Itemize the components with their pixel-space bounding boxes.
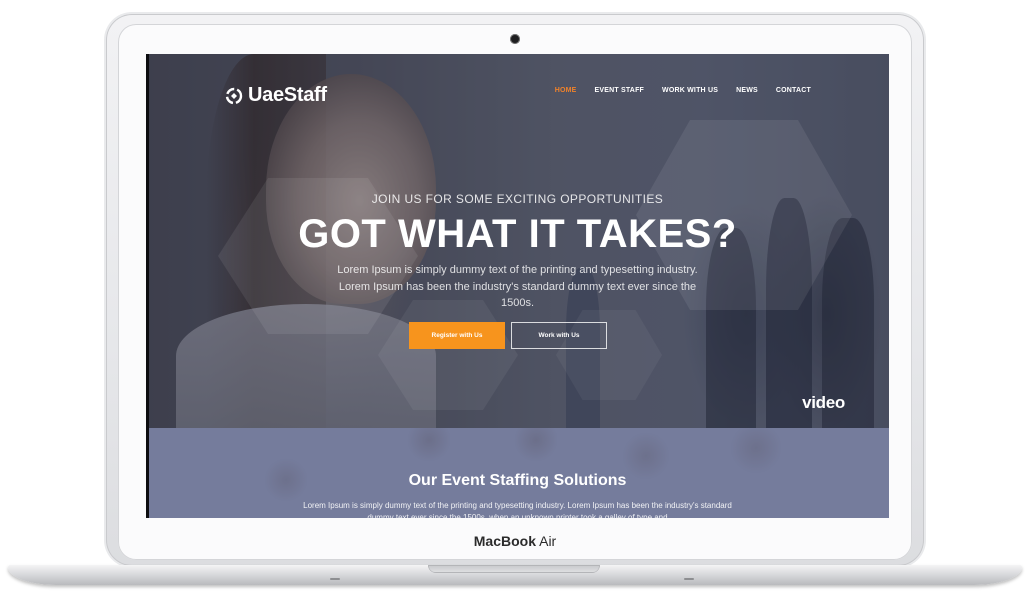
device-brand-model: Air <box>539 533 557 549</box>
nav-item-contact[interactable]: CONTACT <box>776 87 811 94</box>
laptop-foot <box>684 578 694 580</box>
device-mockup: UaeStaff HOME EVENT STAFF WORK WITH US N… <box>0 0 1036 605</box>
register-button[interactable]: Register with Us <box>409 322 505 349</box>
hero-headline: GOT WHAT IT TAKES? <box>298 212 737 256</box>
camera-icon <box>510 34 520 44</box>
solutions-title: Our Event Staffing Solutions <box>408 472 627 489</box>
nav-item-news[interactable]: NEWS <box>736 87 758 94</box>
screen-edge <box>146 54 149 518</box>
laptop-foot <box>330 578 340 580</box>
hero-subtext: Lorem Ipsum is simply dummy text of the … <box>337 264 698 309</box>
laptop-screen: UaeStaff HOME EVENT STAFF WORK WITH US N… <box>146 54 889 518</box>
nav-item-home[interactable]: HOME <box>555 87 577 94</box>
nav-item-work-with-us[interactable]: WORK WITH US <box>662 87 718 94</box>
laptop-hinge-notch <box>428 565 600 573</box>
device-brand-label: MacBook Air <box>0 533 1030 549</box>
main-nav: HOME EVENT STAFF WORK WITH US NEWS CONTA… <box>555 87 811 94</box>
video-link[interactable]: video <box>802 393 845 413</box>
site-logo[interactable]: UaeStaff <box>224 84 327 107</box>
logo-text: UaeStaff <box>248 84 327 106</box>
work-with-us-button[interactable]: Work with Us <box>511 322 607 349</box>
hero-kicker: JOIN US FOR SOME EXCITING OPPORTUNITIES <box>371 192 664 206</box>
solutions-section: Our Event Staffing Solutions Lorem Ipsum… <box>146 428 889 518</box>
hero-section: UaeStaff HOME EVENT STAFF WORK WITH US N… <box>146 54 889 434</box>
logo-icon <box>225 87 243 104</box>
device-brand-bold: MacBook <box>473 533 536 549</box>
nav-item-event-staff[interactable]: EVENT STAFF <box>595 87 645 94</box>
solutions-text: Lorem Ipsum is simply dummy text of the … <box>303 501 732 518</box>
